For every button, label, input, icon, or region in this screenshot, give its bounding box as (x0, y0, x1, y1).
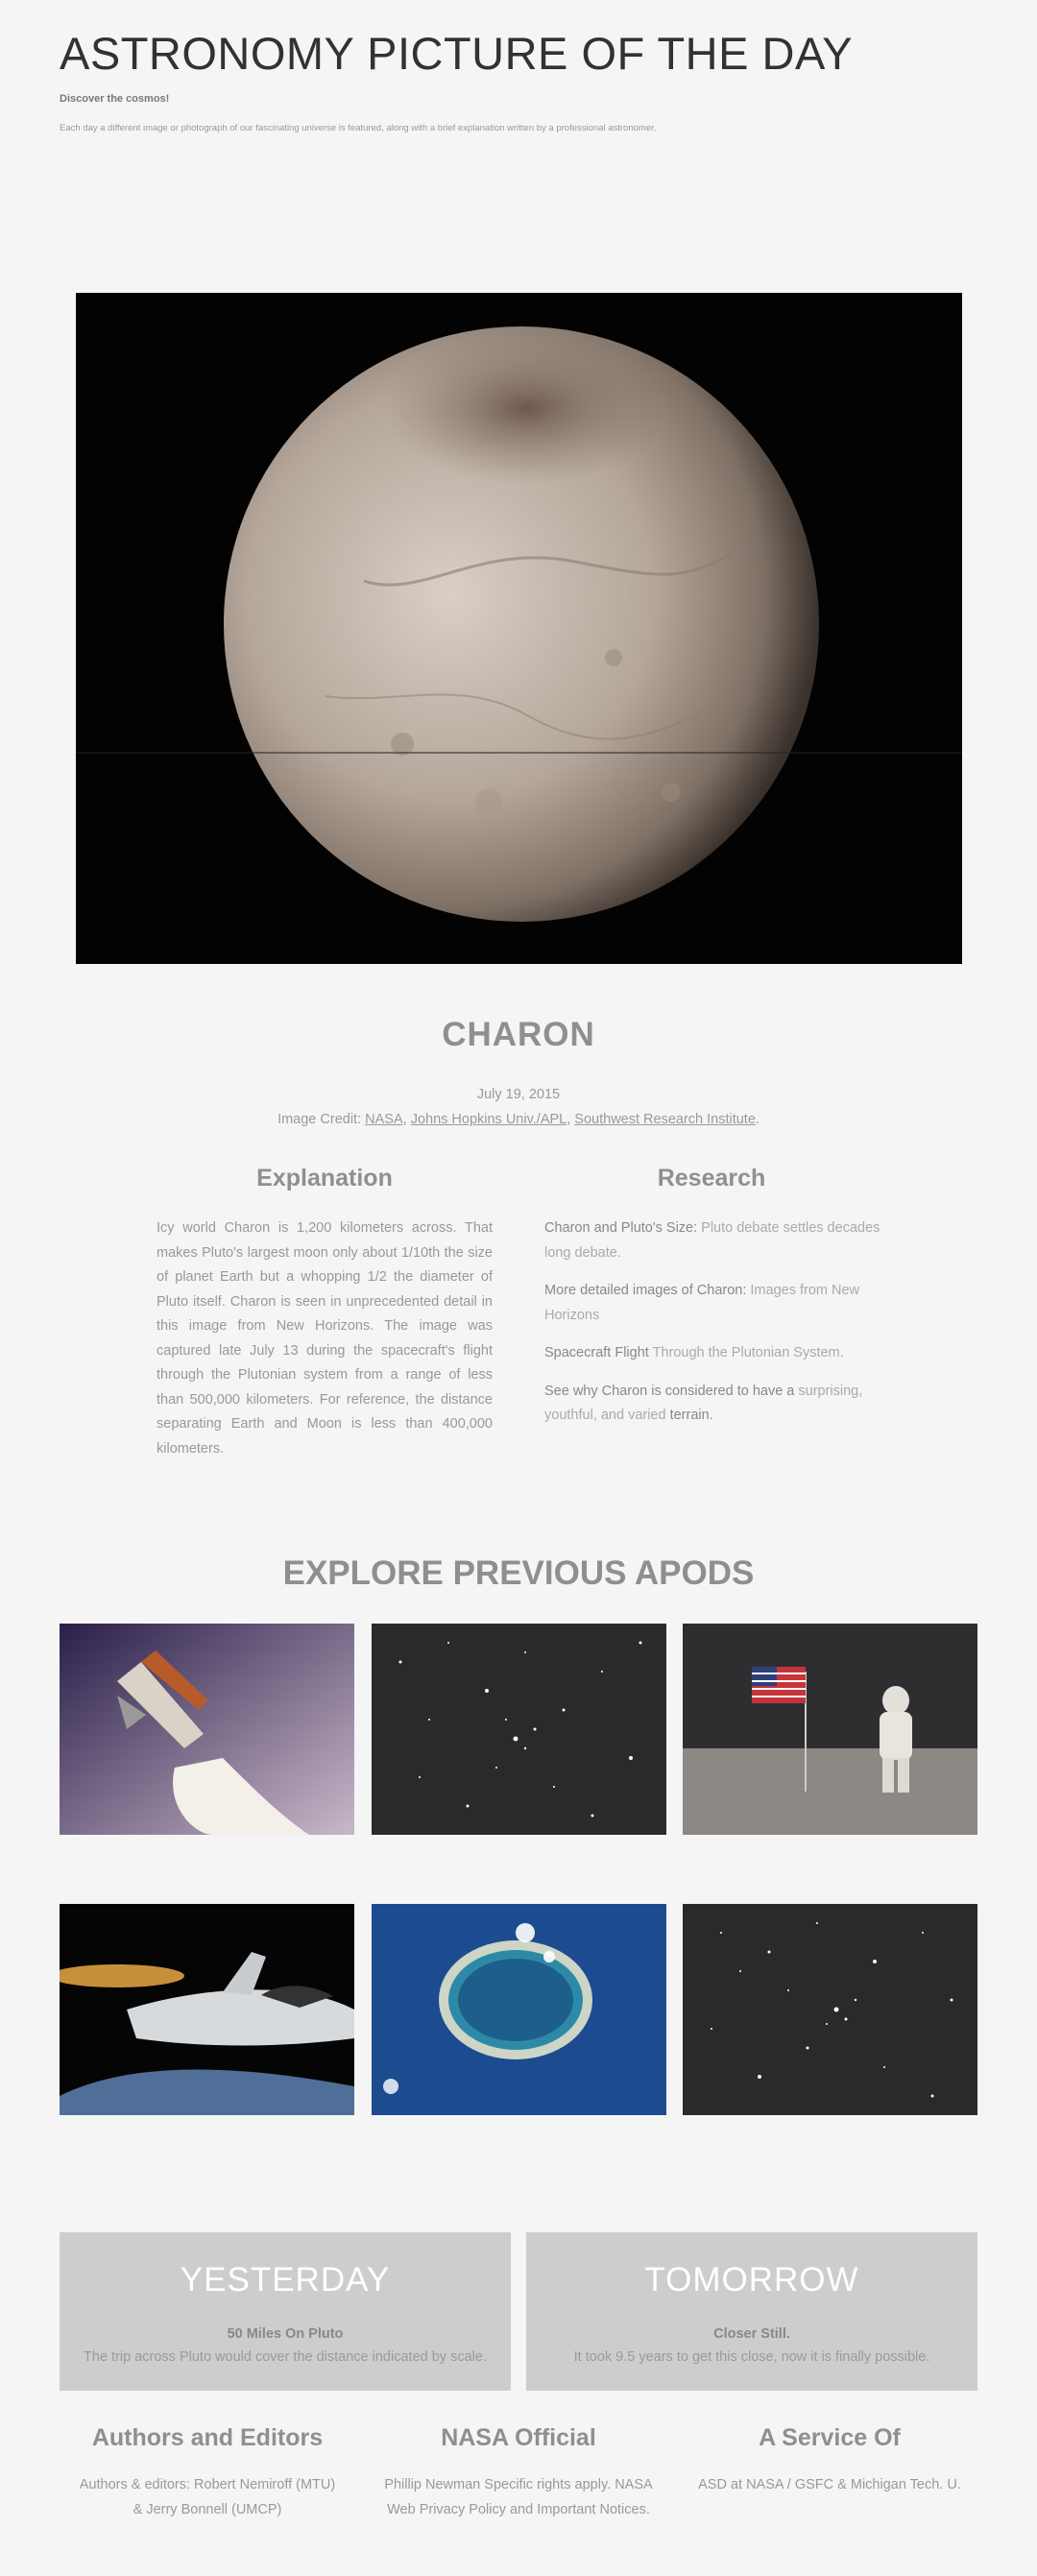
yesterday-title: 50 Miles On Pluto (227, 2326, 344, 2342)
research-item-lead: More detailed images of Charon: (544, 1283, 747, 1298)
footer-authors-heading: Authors and Editors (91, 2424, 324, 2451)
star-cluster-image (683, 1904, 977, 2115)
yesterday-card[interactable]: YESTERDAY 50 Miles On Pluto The trip acr… (60, 2232, 511, 2391)
research-item-lead: See why Charon is considered to have a (544, 1383, 795, 1399)
spaceplane-image (60, 1904, 354, 2115)
thumb-space-shuttle-launch[interactable] (60, 1624, 354, 1835)
yesterday-description: The trip across Pluto would cover the di… (84, 2349, 487, 2365)
explore-heading: EXPLORE PREVIOUS APODS (282, 1554, 755, 1592)
hero-image-charon[interactable] (76, 293, 962, 964)
footer-official-heading: NASA Official (441, 2424, 596, 2451)
footer-service-heading: A Service Of (759, 2424, 901, 2451)
thumb-spaceplane[interactable] (60, 1904, 354, 2115)
research-item-images[interactable]: More detailed images of Charon: Images f… (544, 1279, 890, 1328)
credit-link-nasa[interactable]: NASA (365, 1112, 403, 1127)
intro-text: Each day a different image or photograph… (60, 123, 657, 133)
explanation-heading: Explanation (256, 1165, 393, 1192)
research-item-rest: Through the Plutonian System. (648, 1345, 844, 1360)
thumb-star-field[interactable] (372, 1624, 666, 1835)
credit-link-swri[interactable]: Southwest Research Institute (574, 1112, 756, 1127)
tomorrow-card[interactable]: TOMORROW Closer Still. It took 9.5 years… (526, 2232, 977, 2391)
tomorrow-title: Closer Still. (713, 2326, 790, 2342)
footer-official-text: Phillip Newman Specific rights apply. NA… (384, 2477, 653, 2517)
thumb-atoll-from-orbit[interactable] (372, 1904, 666, 2115)
research-item-lead: Spacecraft Flight (544, 1345, 649, 1360)
credit-prefix: Image Credit: (277, 1112, 366, 1127)
explanation-text: Icy world Charon is 1,200 kilometers acr… (157, 1220, 493, 1457)
atoll-image (372, 1904, 666, 2115)
research-item-terrain[interactable]: See why Charon is considered to have a s… (544, 1380, 890, 1429)
research-list: Charon and Pluto's Size: Pluto debate se… (544, 1216, 890, 1442)
yesterday-heading: YESTERDAY (180, 2261, 391, 2299)
star-field-image (372, 1624, 666, 1835)
apollo-astronaut-image (683, 1624, 977, 1835)
thumb-star-cluster[interactable] (683, 1904, 977, 2115)
credit-link-jhu-apl[interactable]: Johns Hopkins Univ./APL (411, 1112, 567, 1127)
footer-service-text: ASD at NASA / GSFC & Michigan Tech. U. (698, 2477, 961, 2492)
credit-separator: , (402, 1112, 411, 1127)
credit-end: . (755, 1112, 760, 1127)
tomorrow-heading: TOMORROW (644, 2261, 859, 2299)
research-heading: Research (657, 1165, 766, 1192)
research-item-flight[interactable]: Spacecraft Flight Through the Plutonian … (544, 1341, 890, 1366)
thumb-apollo-astronaut-flag[interactable] (683, 1624, 977, 1835)
research-item-size[interactable]: Charon and Pluto's Size: Pluto debate se… (544, 1216, 890, 1265)
site-title: ASTRONOMY PICTURE OF THE DAY (60, 28, 854, 79)
picture-date: July 19, 2015 (476, 1087, 561, 1102)
research-item-lead: Charon and Pluto's Size: (544, 1220, 698, 1236)
footer-authors-text: Authors & editors: Robert Nemiroff (MTU)… (79, 2477, 336, 2517)
tomorrow-description: It took 9.5 years to get this close, now… (573, 2349, 930, 2365)
tagline: Discover the cosmos! (60, 93, 170, 105)
image-credit: Image Credit: NASA, Johns Hopkins Univ./… (0, 1112, 1037, 1127)
charon-moon-image (76, 293, 962, 964)
research-item-tail: terrain. (669, 1408, 713, 1423)
picture-title: CHARON (442, 1016, 595, 1053)
space-shuttle-image (60, 1624, 354, 1835)
